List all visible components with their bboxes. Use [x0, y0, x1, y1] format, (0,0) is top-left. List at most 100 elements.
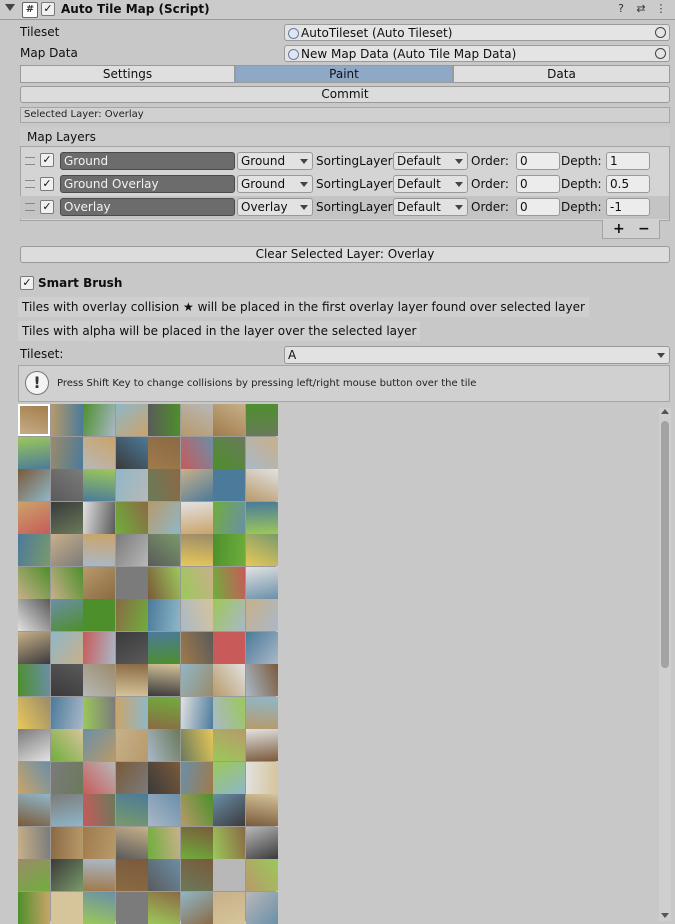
- more-icon[interactable]: ⋮: [654, 2, 668, 16]
- tile-cell[interactable]: [180, 566, 213, 599]
- tile-cell[interactable]: [50, 501, 83, 534]
- tile-cell[interactable]: [245, 566, 278, 599]
- tile-cell[interactable]: [213, 404, 245, 436]
- tile-cell[interactable]: [245, 729, 278, 761]
- tile-cell[interactable]: [245, 859, 278, 891]
- tile-cell[interactable]: [180, 404, 213, 436]
- tile-cell[interactable]: [115, 501, 148, 534]
- tile-cell[interactable]: [213, 469, 245, 501]
- tile-cell[interactable]: [50, 729, 83, 761]
- tile-cell[interactable]: [245, 794, 278, 826]
- tile-cell[interactable]: [148, 404, 180, 436]
- scrollbar-thumb[interactable]: [661, 421, 669, 668]
- tile-cell[interactable]: [180, 469, 213, 501]
- object-picker-icon[interactable]: [655, 27, 666, 38]
- component-enabled-checkbox[interactable]: ✓: [41, 2, 55, 16]
- scroll-down-icon[interactable]: [661, 913, 669, 918]
- tile-cell[interactable]: [245, 436, 278, 469]
- tile-cell[interactable]: [148, 436, 180, 469]
- tile-cell[interactable]: [115, 599, 148, 631]
- tile-cell[interactable]: [50, 534, 83, 566]
- tile-cell[interactable]: [213, 566, 245, 599]
- tile-cell[interactable]: [148, 794, 180, 826]
- tile-cell[interactable]: [83, 729, 115, 761]
- tile-cell[interactable]: [213, 729, 245, 761]
- tile-cell[interactable]: [50, 761, 83, 794]
- tile-cell[interactable]: [115, 729, 148, 761]
- layer-visible-checkbox[interactable]: ✓: [40, 153, 54, 167]
- depth-input[interactable]: -1: [606, 198, 650, 216]
- scroll-up-icon[interactable]: [661, 409, 669, 414]
- tile-cell[interactable]: [18, 436, 50, 469]
- tile-cell[interactable]: [18, 404, 50, 436]
- tile-cell[interactable]: [115, 891, 148, 924]
- tile-cell[interactable]: [83, 436, 115, 469]
- tile-cell[interactable]: [18, 696, 50, 729]
- tile-palette[interactable]: [18, 404, 278, 924]
- drag-handle-icon[interactable]: [25, 203, 35, 211]
- tile-cell[interactable]: [115, 534, 148, 566]
- tile-cell[interactable]: [148, 729, 180, 761]
- remove-layer-button[interactable]: −: [638, 221, 650, 237]
- tile-cell[interactable]: [245, 696, 278, 729]
- tile-cell[interactable]: [245, 664, 278, 696]
- tile-cell[interactable]: [83, 599, 115, 631]
- tile-cell[interactable]: [115, 794, 148, 826]
- tile-cell[interactable]: [245, 501, 278, 534]
- tile-cell[interactable]: [180, 664, 213, 696]
- tile-cell[interactable]: [83, 404, 115, 436]
- tile-cell[interactable]: [180, 436, 213, 469]
- clear-selected-layer-button[interactable]: Clear Selected Layer: Overlay: [20, 246, 670, 263]
- tile-cell[interactable]: [50, 404, 83, 436]
- tile-cell[interactable]: [115, 469, 148, 501]
- tile-cell[interactable]: [213, 794, 245, 826]
- tile-cell[interactable]: [50, 469, 83, 501]
- tile-cell[interactable]: [245, 404, 278, 436]
- tile-cell[interactable]: [180, 696, 213, 729]
- tile-cell[interactable]: [213, 826, 245, 859]
- tile-cell[interactable]: [180, 631, 213, 664]
- sorting-layer-dropdown[interactable]: Default: [393, 152, 468, 170]
- tile-cell[interactable]: [180, 859, 213, 891]
- tile-cell[interactable]: [115, 859, 148, 891]
- tile-cell[interactable]: [18, 729, 50, 761]
- tile-cell[interactable]: [148, 469, 180, 501]
- tile-cell[interactable]: [245, 631, 278, 664]
- layer-name-input[interactable]: Ground Overlay: [60, 175, 235, 193]
- tile-cell[interactable]: [180, 826, 213, 859]
- tile-cell[interactable]: [245, 891, 278, 924]
- layer-name-input[interactable]: Overlay: [60, 198, 235, 216]
- tile-cell[interactable]: [50, 631, 83, 664]
- tile-cell[interactable]: [115, 664, 148, 696]
- layer-name-input[interactable]: Ground: [60, 152, 235, 170]
- tile-cell[interactable]: [180, 794, 213, 826]
- tile-cell[interactable]: [245, 761, 278, 794]
- tile-cell[interactable]: [213, 696, 245, 729]
- layer-type-dropdown[interactable]: Ground: [237, 175, 313, 193]
- tile-cell[interactable]: [148, 599, 180, 631]
- tile-cell[interactable]: [180, 534, 213, 566]
- add-layer-button[interactable]: +: [613, 221, 625, 237]
- foldout-arrow-icon[interactable]: [5, 4, 15, 11]
- tile-cell[interactable]: [148, 696, 180, 729]
- tile-cell[interactable]: [245, 469, 278, 501]
- tile-cell[interactable]: [213, 501, 245, 534]
- sorting-layer-dropdown[interactable]: Default: [393, 198, 468, 216]
- tile-cell[interactable]: [50, 599, 83, 631]
- tile-cell[interactable]: [83, 794, 115, 826]
- layer-type-dropdown[interactable]: Ground: [237, 152, 313, 170]
- smart-brush-checkbox[interactable]: ✓: [20, 276, 34, 290]
- tile-cell[interactable]: [115, 436, 148, 469]
- tile-cell[interactable]: [18, 794, 50, 826]
- tile-cell[interactable]: [213, 631, 245, 664]
- tile-cell[interactable]: [83, 859, 115, 891]
- tile-cell[interactable]: [83, 631, 115, 664]
- tile-cell[interactable]: [83, 696, 115, 729]
- tile-cell[interactable]: [50, 826, 83, 859]
- tile-cell[interactable]: [245, 534, 278, 566]
- depth-input[interactable]: 0.5: [606, 175, 650, 193]
- tile-cell[interactable]: [18, 761, 50, 794]
- tileset-select-dropdown[interactable]: A: [284, 346, 670, 364]
- tile-cell[interactable]: [180, 599, 213, 631]
- tile-cell[interactable]: [148, 501, 180, 534]
